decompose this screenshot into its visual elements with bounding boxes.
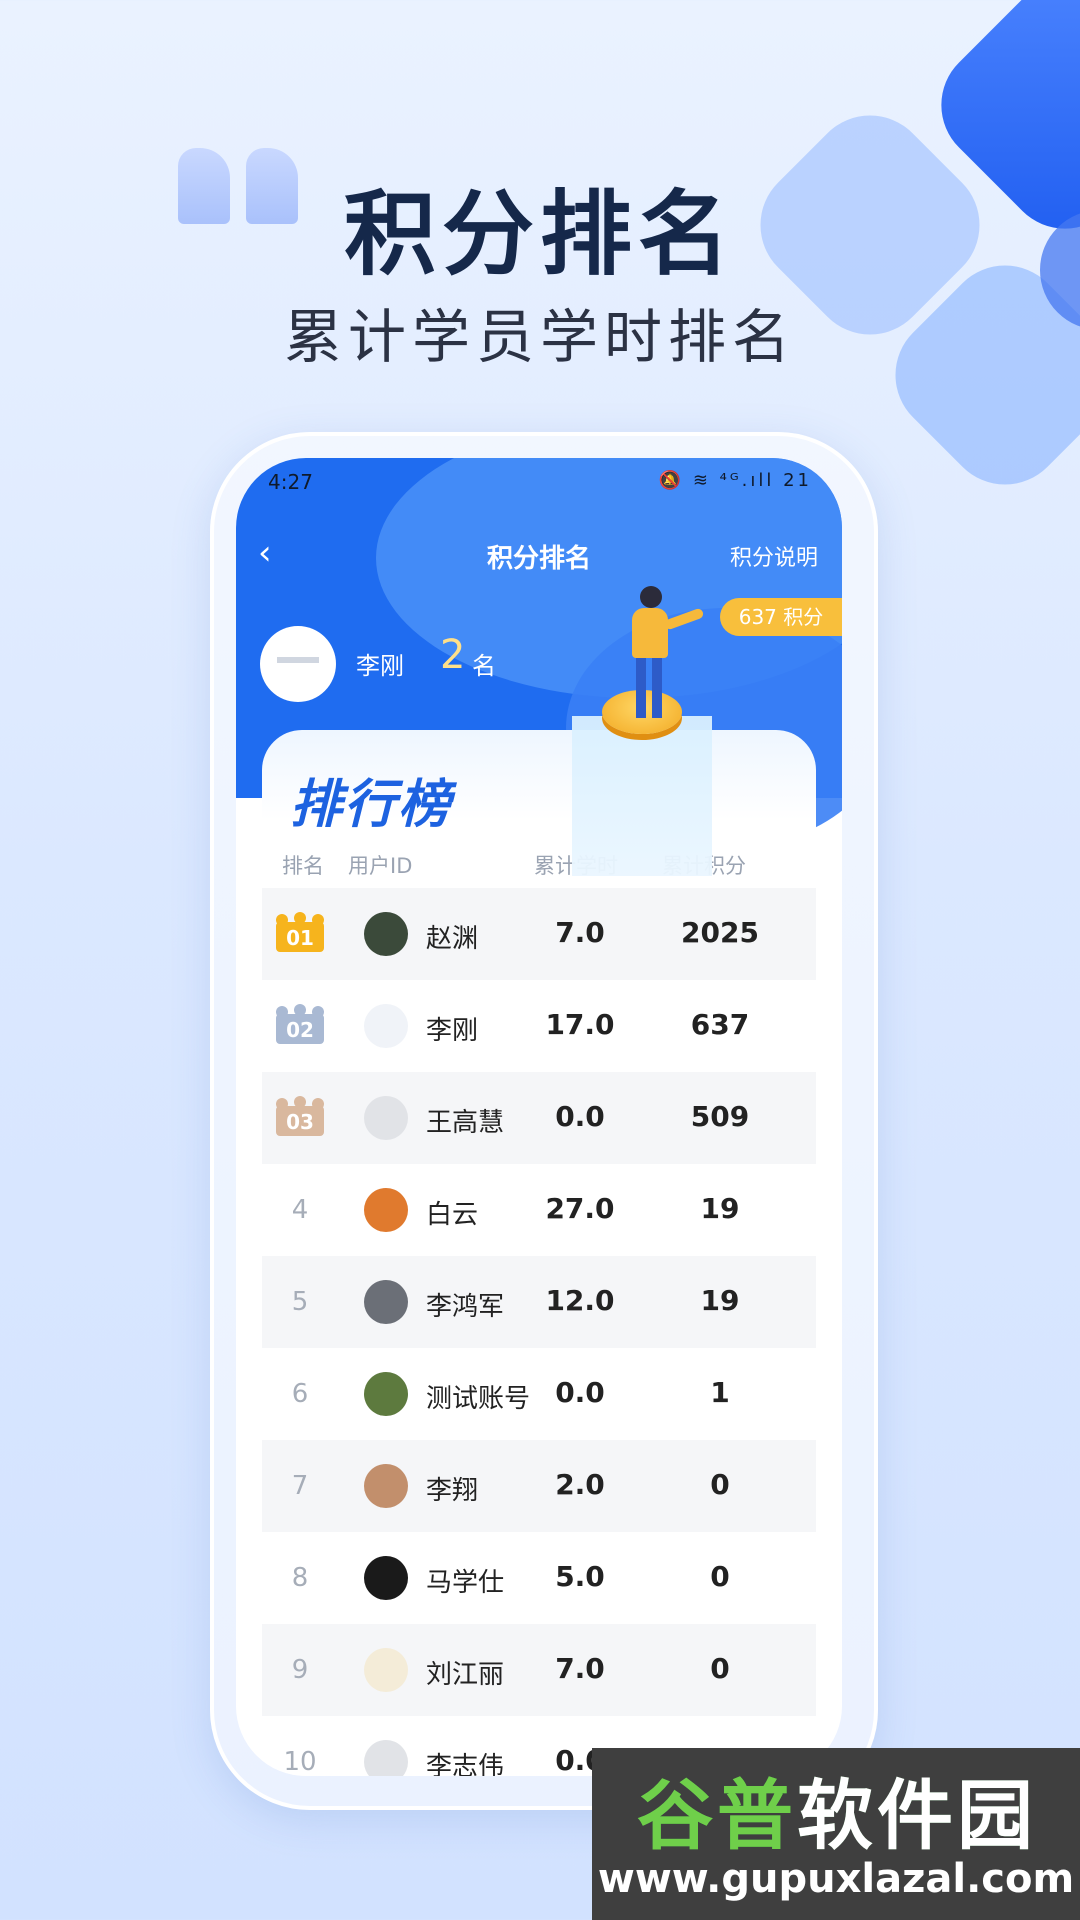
user-hours: 0.0 — [555, 1376, 605, 1409]
rank-number: 5 — [291, 1287, 309, 1317]
user-hours: 12.0 — [545, 1284, 615, 1317]
user-score: 637 — [690, 1008, 750, 1041]
user-name: 李鸿军 — [426, 1292, 505, 1322]
user-score: 2025 — [681, 916, 759, 949]
user-score: 509 — [690, 1100, 750, 1133]
status-bar: 4:27 🔕 ≋ ⁴ᴳ.ıll 21 — [236, 458, 842, 508]
user-name: 刘江丽 — [426, 1660, 505, 1690]
rank-medal-icon: 02 — [276, 1004, 324, 1044]
watermark-url: www.gupuxlazal.com — [597, 1856, 1075, 1902]
promo-headline: 积分排名 — [343, 181, 736, 288]
podium-pillar — [572, 716, 712, 876]
rank-unit: 名 — [472, 652, 496, 680]
table-row[interactable]: 6 测试账号 0.0 1 — [262, 1348, 816, 1440]
user-score: 1 — [710, 1376, 730, 1409]
table-row[interactable]: 02 李刚 17.0 637 — [262, 980, 816, 1072]
user-hours: 2.0 — [555, 1468, 605, 1501]
rank-number: 7 — [291, 1471, 309, 1501]
table-row[interactable]: 9 刘江丽 7.0 0 — [262, 1624, 816, 1716]
current-user-rank: 2 — [440, 632, 466, 678]
rank-medal-icon: 03 — [276, 1096, 324, 1136]
user-score: 0 — [710, 1652, 730, 1685]
rank-number: 4 — [291, 1195, 309, 1225]
watermark: 谷普软件园 www.gupuxlazal.com — [592, 1748, 1080, 1920]
status-icons: 🔕 ≋ ⁴ᴳ.ıll 21 — [658, 470, 812, 491]
col-user-id: 用户ID — [348, 854, 413, 878]
user-hours: 5.0 — [555, 1560, 605, 1593]
leaderboard-title: 排行榜 — [290, 775, 453, 835]
table-row[interactable]: 8 马学仕 5.0 0 — [262, 1532, 816, 1624]
nav-bar: ‹ 积分排名 积分说明 — [236, 518, 842, 588]
table-row[interactable]: 5 李鸿军 12.0 19 — [262, 1256, 816, 1348]
user-name: 白云 — [426, 1200, 479, 1230]
avatar — [364, 912, 408, 956]
user-hours: 7.0 — [555, 1652, 605, 1685]
user-name: 马学仕 — [426, 1568, 505, 1598]
rank-number: 8 — [291, 1563, 309, 1593]
avatar — [364, 1464, 408, 1508]
status-time: 4:27 — [268, 470, 313, 494]
col-rank: 排名 — [282, 854, 324, 878]
person-illustration — [606, 586, 716, 726]
table-row[interactable]: 01 赵渊 7.0 2025 — [262, 888, 816, 980]
avatar — [364, 1372, 408, 1416]
user-hours: 7.0 — [555, 916, 605, 949]
avatar — [364, 1188, 408, 1232]
current-user-summary: 李刚 2 名 — [260, 626, 560, 702]
avatar — [364, 1740, 408, 1776]
promo-subline: 累计学员学时排名 — [283, 303, 796, 371]
user-hours: 0.0 — [555, 1100, 605, 1133]
table-row[interactable]: 03 王高慧 0.0 509 — [262, 1072, 816, 1164]
table-row[interactable]: 7 李翔 2.0 0 — [262, 1440, 816, 1532]
table-row[interactable]: 4 白云 27.0 19 — [262, 1164, 816, 1256]
rank-number: 10 — [283, 1747, 317, 1776]
user-name: 王高慧 — [426, 1108, 505, 1138]
watermark-brand: 谷普软件园 — [637, 1771, 1037, 1860]
user-score: 0 — [710, 1560, 730, 1593]
user-name: 李翔 — [426, 1476, 479, 1506]
leaderboard-card: 排行榜 排名 用户ID 累计学时 累计积分 01 赵渊 7.0 2025 02 … — [262, 730, 816, 1776]
current-user-name: 李刚 — [356, 652, 404, 680]
user-hours: 17.0 — [545, 1008, 615, 1041]
avatar — [364, 1280, 408, 1324]
rank-number: 6 — [291, 1379, 309, 1409]
points-explain-link[interactable]: 积分说明 — [730, 540, 818, 572]
user-score: 19 — [700, 1192, 740, 1225]
avatar — [364, 1004, 408, 1048]
phone-screen: 4:27 🔕 ≋ ⁴ᴳ.ıll 21 ‹ 积分排名 积分说明 637 积分 李刚… — [236, 458, 842, 1776]
avatar — [364, 1648, 408, 1692]
avatar — [364, 1096, 408, 1140]
avatar — [260, 626, 336, 702]
user-score: 0 — [710, 1468, 730, 1501]
points-badge: 637 积分 — [720, 598, 842, 636]
user-hours: 27.0 — [545, 1192, 615, 1225]
rank-medal-icon: 01 — [276, 912, 324, 952]
avatar — [364, 1556, 408, 1600]
user-score: 19 — [700, 1284, 740, 1317]
rank-number: 9 — [291, 1655, 309, 1685]
leaderboard-list: 01 赵渊 7.0 2025 02 李刚 17.0 637 03 王高慧 0.0… — [262, 888, 816, 1776]
user-name: 李刚 — [426, 1016, 479, 1046]
user-name: 赵渊 — [426, 924, 479, 954]
user-name: 李志伟 — [426, 1752, 505, 1776]
